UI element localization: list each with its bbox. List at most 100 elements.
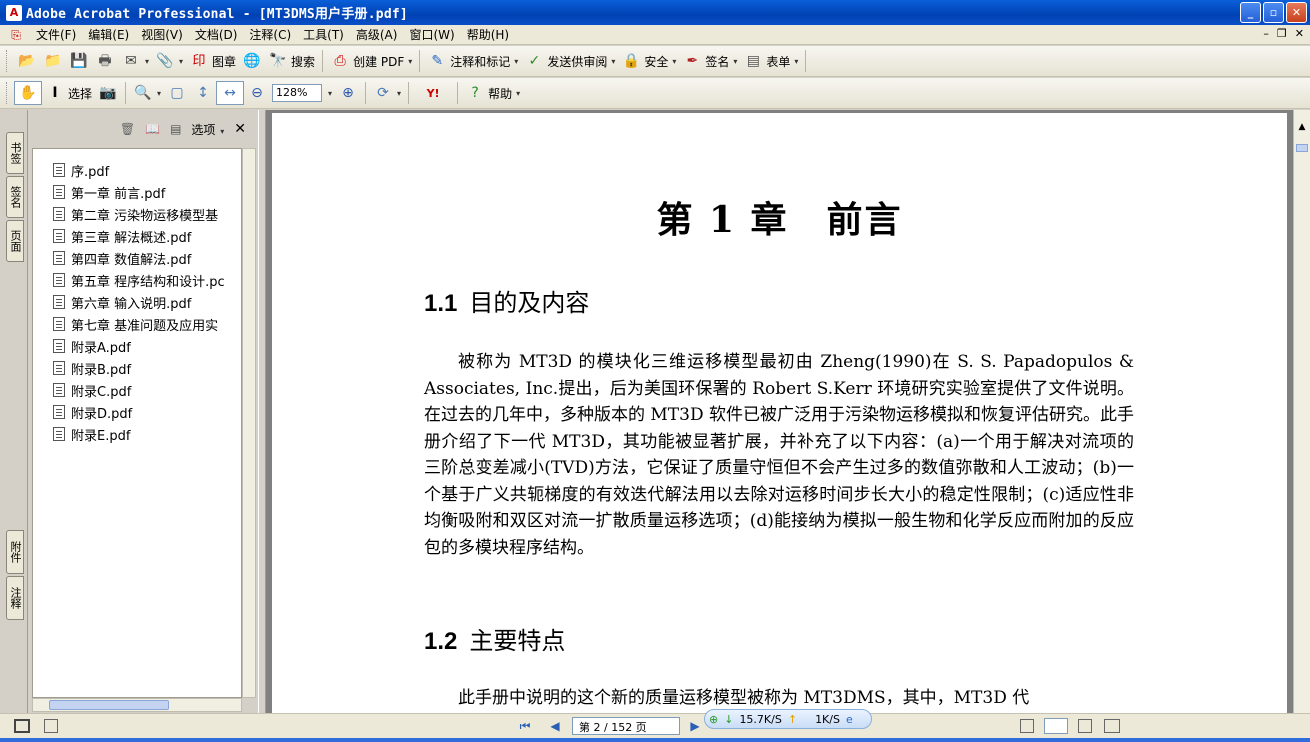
bookmark-item[interactable]: 序.pdf [33,159,241,181]
doc-restore-button[interactable]: ❐ [1277,27,1287,40]
comment-markup-button[interactable]: ✎ 注释和标记 ▾ [424,49,521,73]
bookmark-item[interactable]: 附录A.pdf [33,335,241,357]
panel-splitter[interactable] [258,110,266,713]
menu-comments[interactable]: 注释(C) [243,26,297,43]
security-button[interactable]: 🔒 安全 ▾ [618,49,679,73]
organizer-button[interactable]: 📁 [40,49,66,73]
bookmark-item[interactable]: 第七章 基准问题及应用实 [33,313,241,335]
zoom-in-button[interactable]: ⊕ [335,81,361,105]
bookmark-item[interactable]: 第五章 程序结构和设计.pc [33,269,241,291]
rotate-button[interactable]: ⟳ ▾ [370,81,404,105]
page-icon [53,383,65,397]
continuous-layout-icon[interactable] [1044,718,1068,734]
zoom-dropdown[interactable]: ▾ [324,81,335,105]
bookmark-from-structure-icon[interactable]: ▤ [170,122,181,136]
first-page-button[interactable]: ⏮ [514,717,536,735]
print-button[interactable]: 🖶 [92,49,118,73]
menu-view[interactable]: 视图(V) [135,26,189,43]
bookmark-horizontal-scrollbar[interactable] [32,698,242,712]
save-icon: 💾 [70,53,88,69]
bookmark-list: 序.pdf 第一章 前言.pdf 第二章 污染物运移模型基 第三章 解法概述.p… [32,148,242,698]
create-pdf-button[interactable]: ⎙ 创建 PDF ▾ [327,49,415,73]
bookmark-item[interactable]: 附录D.pdf [33,401,241,423]
actual-size-button[interactable]: ▢ [164,81,190,105]
network-speed-meter[interactable]: ⊕ ↓ 15.7K/S ↑ 1K/S e [704,709,872,729]
bookmark-item[interactable]: 第一章 前言.pdf [33,181,241,203]
fit-width-button[interactable]: ↔ [216,81,245,105]
upload-arrow-icon: ↑ [787,712,798,726]
single-page-layout-icon[interactable] [1020,719,1034,733]
bookmark-label: 第七章 基准问题及应用实 [71,318,219,334]
stamp-button[interactable]: 印图章 [186,49,239,73]
bookmark-item[interactable]: 第四章 数值解法.pdf [33,247,241,269]
zoom-tool-button[interactable]: 🔍 ▾ [130,81,164,105]
toolbar-grip[interactable] [6,82,9,104]
comment-markup-label: 注释和标记 [450,54,511,69]
menu-edit[interactable]: 编辑(E) [82,26,135,43]
save-button[interactable]: 💾 [66,49,92,73]
facing-layout-icon[interactable] [1078,719,1092,733]
document-viewport: 第 1 章 前言 1.1 目的及内容 被称为 MT3D 的模块化三维运移模型最初由… [266,110,1293,713]
doc-close-button[interactable]: ✕ [1295,27,1304,40]
menu-window[interactable]: 窗口(W) [403,26,460,43]
bookmark-item[interactable]: 第三章 解法概述.pdf [33,225,241,247]
bookmark-item[interactable]: 附录E.pdf [33,423,241,445]
close-button[interactable]: ✕ [1286,2,1307,23]
toolbar-grip[interactable] [6,50,9,72]
tab-signatures[interactable]: 签名 [6,176,24,218]
options-menu[interactable]: 选项 ▾ [191,121,224,138]
page-icon [53,361,65,375]
send-review-label: 发送供审阅 [547,54,608,69]
pdf-document-icon[interactable]: ⎘ [8,27,24,43]
attach-button[interactable]: 📎 ▾ [152,49,186,73]
document-vertical-scrollbar[interactable]: ▲ [1293,110,1310,713]
search-button[interactable]: 🔭 搜索 [265,49,318,73]
previous-page-button[interactable]: ◀ [544,717,566,735]
bookmark-item[interactable]: 第六章 输入说明.pdf [33,291,241,313]
bookmark-item[interactable]: 附录C.pdf [33,379,241,401]
select-tool-button[interactable]: I 选择 [42,81,95,105]
scroll-thumb[interactable] [49,700,169,710]
menu-advanced[interactable]: 高级(A) [350,26,404,43]
menu-document[interactable]: 文档(D) [189,26,244,43]
menu-help[interactable]: 帮助(H) [461,26,515,43]
tab-pages[interactable]: 页面 [6,220,24,262]
internet-button[interactable]: 🌐 [239,49,265,73]
new-bookmark-icon[interactable]: 📖 [145,122,160,136]
page-options-icon[interactable] [44,719,58,733]
scroll-thumb[interactable] [1296,144,1308,152]
help-button[interactable]: ? 帮助 ▾ [462,81,523,105]
single-page-view-icon[interactable] [14,719,30,733]
zoom-level-field[interactable]: 128% [272,84,323,102]
minimize-button[interactable]: _ [1240,2,1261,23]
delete-bookmark-icon[interactable]: 🗑 [120,122,135,136]
bookmark-item[interactable]: 第二章 污染物运移模型基 [33,203,241,225]
hand-tool-button[interactable]: ✋ [14,81,42,105]
fit-page-button[interactable]: ↕ [190,81,216,105]
continuous-facing-layout-icon[interactable] [1104,719,1120,733]
zoom-out-button[interactable]: ⊖ [244,81,270,105]
doc-minimize-button[interactable]: – [1263,27,1269,40]
page-number-field[interactable]: 第 2 / 152 页 [572,717,680,735]
email-button[interactable]: ✉ ▾ [118,49,152,73]
next-page-button[interactable]: ▶ [684,717,706,735]
close-panel-icon[interactable]: ✕ [234,121,246,137]
menu-tools[interactable]: 工具(T) [297,26,350,43]
maximize-button[interactable]: ▫ [1263,2,1284,23]
send-review-button[interactable]: ✓ 发送供审阅 ▾ [521,49,618,73]
yahoo-button[interactable]: Y! [413,81,453,105]
snapshot-button[interactable]: 📷 [95,81,121,105]
open-button[interactable]: 📂 [14,49,40,73]
bookmark-vertical-scrollbar[interactable] [242,148,256,698]
bookmark-item[interactable]: 附录B.pdf [33,357,241,379]
tab-comments[interactable]: 注释 [6,576,24,620]
scroll-up-arrow-icon[interactable]: ▲ [1294,122,1310,138]
forms-button[interactable]: ▤ 表单 ▾ [740,49,801,73]
send-review-icon: ✓ [528,53,541,69]
bookmark-label: 附录A.pdf [71,340,131,356]
tab-bookmarks[interactable]: 书签 [6,132,24,174]
sign-button[interactable]: ✒ 签名 ▾ [679,49,740,73]
tab-attachments[interactable]: 附件 [6,530,24,574]
menu-file[interactable]: 文件(F) [30,26,82,43]
bookmark-label: 附录B.pdf [71,362,132,378]
